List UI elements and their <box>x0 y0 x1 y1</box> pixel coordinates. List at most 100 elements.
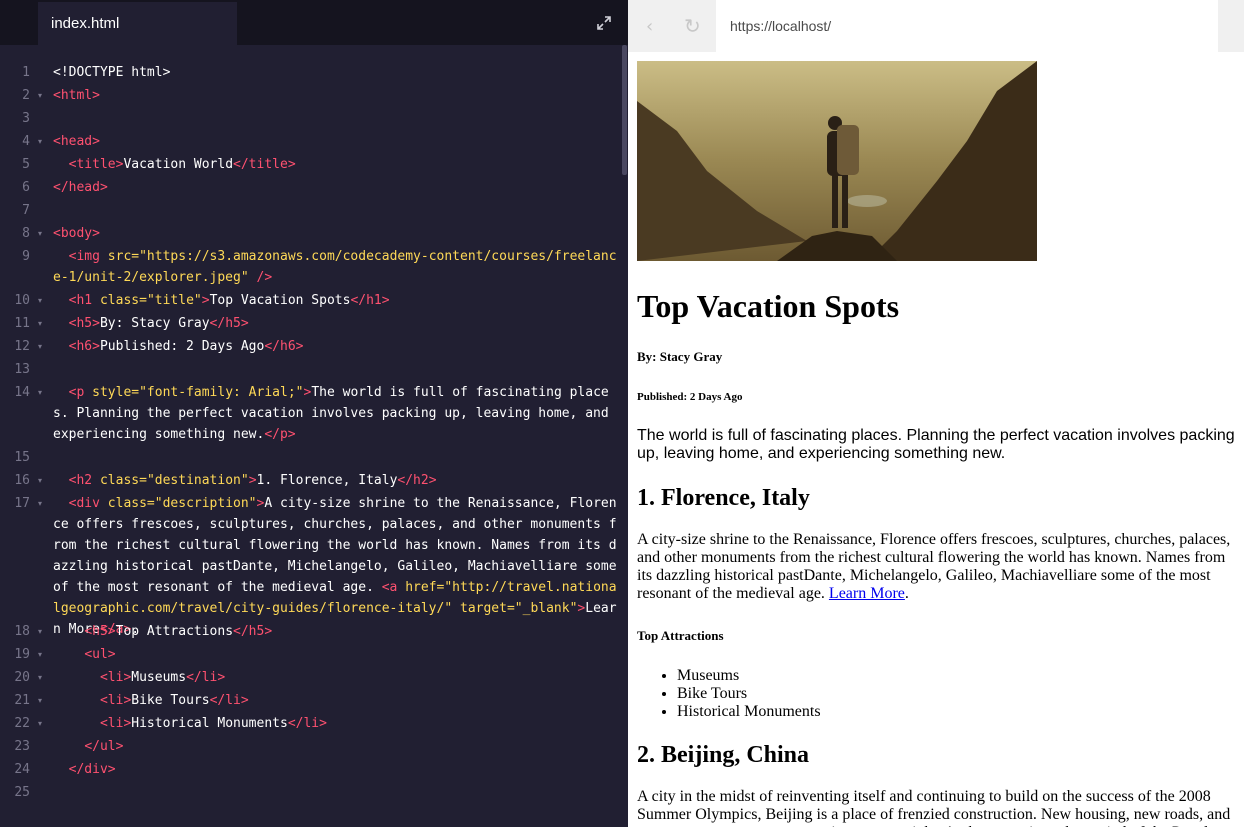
code-line[interactable]: 18 ▾ <h5>Top Attractions</h5> <box>0 620 620 643</box>
expand-icon[interactable] <box>596 15 612 31</box>
rendered-page: Top Vacation Spots By: Stacy Gray Publis… <box>637 61 1237 827</box>
code-editor-pane: index.html 1 <!DOCTYPE html> 2 ▾ <html> 3 4 ▾ <h… <box>0 0 628 827</box>
link-suffix: . <box>904 585 909 602</box>
line-number: 7 <box>22 203 30 218</box>
browser-expand-icon[interactable] <box>1218 0 1244 52</box>
line-source: <li>Museums</li> <box>99 670 226 685</box>
fold-arrow-icon[interactable]: ▾ <box>38 690 42 711</box>
fold-arrow-icon[interactable]: ▾ <box>38 644 42 665</box>
learn-more-link[interactable]: Learn More <box>829 585 905 602</box>
code-line[interactable]: 16 ▾ <h2 class="destination">1. Florence,… <box>0 469 620 492</box>
fold-arrow-icon[interactable]: ▾ <box>38 621 42 642</box>
back-icon[interactable]: ‹ <box>646 16 653 37</box>
line-source: <html> <box>53 88 100 103</box>
destination-2-description: A city in the midst of reinventing itsel… <box>637 788 1231 827</box>
code-line[interactable]: 24 </div> <box>0 758 620 781</box>
fold-arrow-icon[interactable]: ▾ <box>38 313 42 334</box>
code-line[interactable]: 23 </ul> <box>0 735 620 758</box>
line-number: 21 <box>14 693 30 708</box>
code-line[interactable]: 13 <box>0 358 620 381</box>
browser-preview-pane: ‹ ↻ https://localhost/ Top Vacation Spot… <box>628 0 1244 827</box>
published-line: Published: 2 Days Ago <box>637 391 743 403</box>
line-number: 6 <box>22 180 30 195</box>
line-number: 3 <box>22 111 30 126</box>
line-number: 15 <box>14 450 30 465</box>
code-line[interactable]: 4 ▾ <head> <box>0 130 620 153</box>
code-line[interactable]: 21 ▾ <li>Bike Tours</li> <box>0 689 620 712</box>
line-number: 9 <box>22 249 30 264</box>
line-source: <img src="https://s3.amazonaws.com/codec… <box>53 249 617 285</box>
code-area[interactable]: 1 <!DOCTYPE html> 2 ▾ <html> 3 4 ▾ <head> 5 <titl… <box>0 61 620 804</box>
line-source: <h5>Top Attractions</h5> <box>84 624 273 639</box>
destination-1-title: 1. Florence, Italy <box>637 485 810 511</box>
code-line[interactable]: 6 </head> <box>0 176 620 199</box>
code-line[interactable]: 14 ▾ <p style="font-family: Arial;">The w… <box>0 381 620 446</box>
fold-arrow-icon[interactable]: ▾ <box>38 493 42 514</box>
fold-arrow-icon[interactable]: ▾ <box>38 470 42 491</box>
line-source: <h1 class="title">Top Vacation Spots</h1… <box>68 293 390 308</box>
line-source: <li>Bike Tours</li> <box>99 693 249 708</box>
code-line[interactable]: 5 <title>Vacation World</title> <box>0 153 620 176</box>
code-line[interactable]: 19 ▾ <ul> <box>0 643 620 666</box>
line-number: 12 <box>14 339 30 354</box>
line-number: 19 <box>14 647 30 662</box>
line-number: 23 <box>14 739 30 754</box>
line-source: <h6>Published: 2 Days Ago</h6> <box>68 339 304 354</box>
code-line[interactable]: 2 ▾ <html> <box>0 84 620 107</box>
line-number: 20 <box>14 670 30 685</box>
line-number: 17 <box>14 496 30 511</box>
attractions-list: Museums Bike Tours Historical Monuments <box>637 667 1237 721</box>
intro-paragraph: The world is full of fascinating places.… <box>637 427 1235 462</box>
code-line[interactable]: 8 ▾ <body> <box>0 222 620 245</box>
code-line[interactable]: 3 <box>0 107 620 130</box>
code-line[interactable]: 9 <img src="https://s3.amazonaws.com/cod… <box>0 245 620 289</box>
fold-arrow-icon[interactable]: ▾ <box>38 85 42 106</box>
code-line[interactable]: 11 ▾ <h5>By: Stacy Gray</h5> <box>0 312 620 335</box>
browser-nav-buttons: ‹ ↻ <box>628 0 716 52</box>
code-line[interactable]: 15 <box>0 446 620 469</box>
fold-arrow-icon[interactable]: ▾ <box>38 290 42 311</box>
line-source: <body> <box>53 226 100 241</box>
code-line[interactable]: 12 ▾ <h6>Published: 2 Days Ago</h6> <box>0 335 620 358</box>
top-attractions-heading: Top Attractions <box>637 628 724 643</box>
author-line: By: Stacy Gray <box>637 349 723 364</box>
list-item: Bike Tours <box>677 685 1237 703</box>
code-line[interactable]: 17 ▾ <div class="description">A city-size… <box>0 492 620 637</box>
code-line[interactable]: 22 ▾ <li>Historical Monuments</li> <box>0 712 620 735</box>
fold-arrow-icon[interactable]: ▾ <box>38 131 42 152</box>
fold-arrow-icon[interactable]: ▾ <box>38 336 42 357</box>
line-number: 25 <box>14 785 30 800</box>
code-line[interactable]: 7 <box>0 199 620 222</box>
fold-arrow-icon[interactable]: ▾ <box>38 713 42 734</box>
code-line[interactable]: 25 <box>0 781 620 804</box>
line-number: 1 <box>22 65 30 80</box>
fold-arrow-icon[interactable]: ▾ <box>38 667 42 688</box>
tab-index-html[interactable]: index.html <box>38 2 237 45</box>
fold-arrow-icon[interactable]: ▾ <box>38 382 42 403</box>
line-source: </div> <box>68 762 116 777</box>
code-line[interactable]: 20 ▾ <li>Museums</li> <box>0 666 620 689</box>
editor-scrollbar[interactable] <box>622 45 627 175</box>
line-source: <div class="description">A city-size shr… <box>53 496 625 637</box>
destination-2-title: 2. Beijing, China <box>637 742 810 768</box>
line-source: </ul> <box>84 739 124 754</box>
line-source: <ul> <box>84 647 116 662</box>
fold-arrow-icon[interactable]: ▾ <box>38 223 42 244</box>
line-source: <h2 class="destination">1. Florence, Ita… <box>68 473 437 488</box>
code-line[interactable]: 1 <!DOCTYPE html> <box>0 61 620 84</box>
line-number: 24 <box>14 762 30 777</box>
reload-icon[interactable]: ↻ <box>684 14 701 38</box>
list-item: Historical Monuments <box>677 703 1237 721</box>
mountain-hiker-image <box>637 61 1037 261</box>
line-number: 2 <box>22 88 30 103</box>
line-number: 8 <box>22 226 30 241</box>
line-source: <title>Vacation World</title> <box>68 157 296 172</box>
line-source: </head> <box>53 180 108 195</box>
line-number: 13 <box>14 362 30 377</box>
destination-1-text: A city-size shrine to the Renaissance, F… <box>637 531 1231 602</box>
page-title: Top Vacation Spots <box>637 288 900 324</box>
editor-tab-bar: index.html <box>0 0 628 45</box>
line-number: 4 <box>22 134 30 149</box>
code-line[interactable]: 10 ▾ <h1 class="title">Top Vacation Spots… <box>0 289 620 312</box>
address-bar[interactable]: https://localhost/ <box>716 0 1218 52</box>
